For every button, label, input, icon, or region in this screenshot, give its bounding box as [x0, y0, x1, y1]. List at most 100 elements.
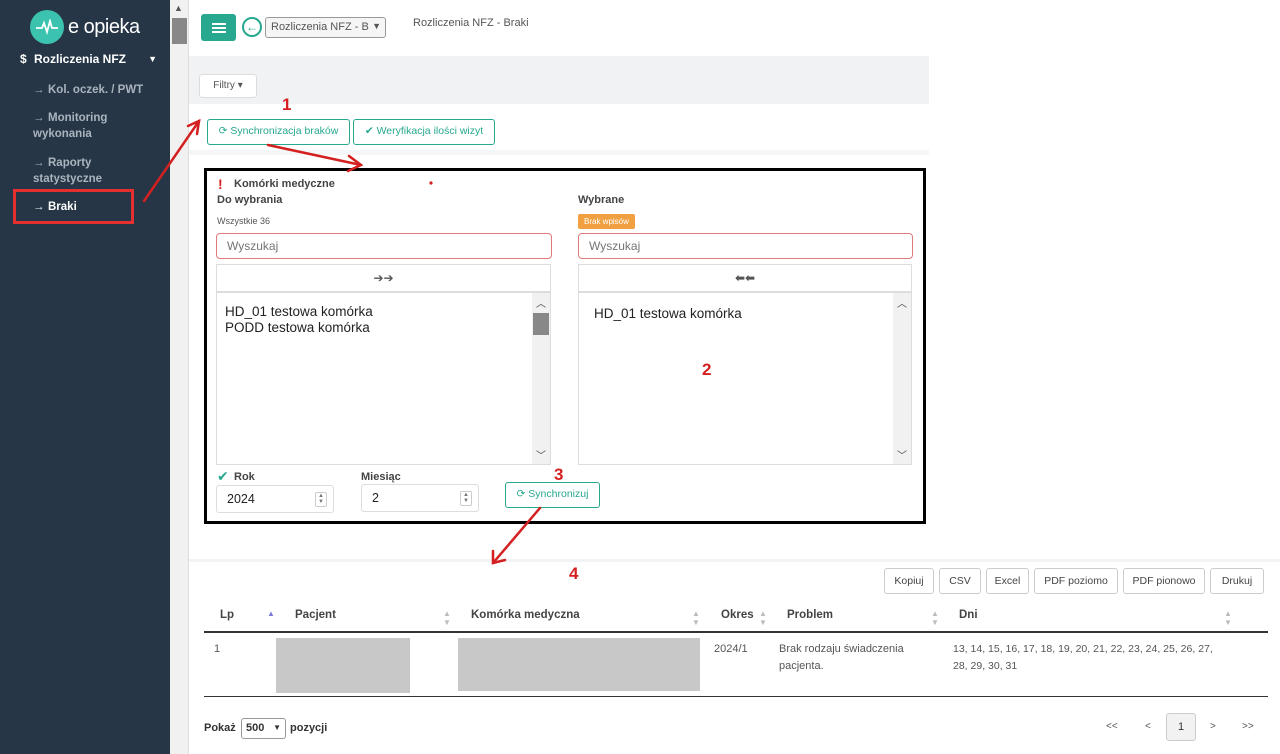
arrow-right-icon: →: [33, 157, 45, 169]
sort-icon[interactable]: ▲ ▼: [443, 609, 451, 627]
export-csv-button[interactable]: CSV: [939, 568, 981, 594]
page-title: Rozliczenia NFZ - Braki: [413, 17, 529, 29]
double-arrow-left-icon: ⬅⬅: [734, 271, 756, 285]
export-copy-button[interactable]: Kopiuj: [884, 568, 934, 594]
column-header-komorka[interactable]: Komórka medyczna: [471, 609, 580, 621]
verify-visits-button-label: Weryfikacja ilości wizyt: [376, 125, 484, 137]
annotation-number-3: 3: [554, 465, 564, 484]
year-label: Rok: [234, 471, 255, 483]
page-scrollbar[interactable]: ▲: [170, 0, 189, 754]
sort-icon[interactable]: ▲ ▼: [759, 609, 767, 627]
export-pdf-landscape-button[interactable]: PDF poziomo: [1034, 568, 1118, 594]
year-input[interactable]: 2024 ▲ ▼: [216, 485, 334, 513]
scroll-thumb[interactable]: [172, 18, 187, 44]
annotation-arrowhead: [186, 118, 201, 136]
pagination-first[interactable]: <<: [1106, 721, 1118, 732]
annotation-highlight-box: [13, 189, 134, 224]
annotation-number-4: 4: [569, 564, 579, 583]
chevron-down-icon[interactable]: ﹀: [897, 447, 907, 462]
sort-icon[interactable]: ▲ ▼: [931, 609, 939, 627]
column-header-lp[interactable]: Lp: [220, 609, 234, 621]
dollar-icon: $: [20, 52, 27, 66]
check-icon: ✔: [217, 468, 229, 484]
sort-icon[interactable]: ▲ ▼: [1224, 609, 1232, 627]
spinner-arrows-icon[interactable]: ▲ ▼: [315, 492, 327, 507]
sort-icon[interactable]: ▲ ▼: [692, 609, 700, 627]
column-header-okres[interactable]: Okres: [721, 609, 754, 621]
sync-missing-button-label: Synchronizacja braków: [230, 125, 339, 137]
pagination-last[interactable]: >>: [1242, 721, 1254, 732]
month-label: Miesiąc: [361, 471, 401, 483]
column-header-pacjent[interactable]: Pacjent: [295, 609, 336, 621]
page-size-value: 500: [246, 722, 265, 734]
annotation-arrow-2: [266, 143, 363, 167]
list-item[interactable]: HD_01 testowa komórka: [217, 304, 550, 320]
sidebar-item-raporty[interactable]: → Raporty statystyczne: [33, 155, 133, 187]
export-print-button[interactable]: Drukuj: [1210, 568, 1264, 594]
list-item[interactable]: HD_01 testowa komórka: [586, 306, 911, 322]
arrow-right-icon: →: [33, 112, 45, 124]
available-search-input[interactable]: [216, 233, 552, 259]
available-list-title: Do wybrania: [217, 194, 283, 206]
list-scrollbar[interactable]: ︿ ﹀: [532, 293, 550, 464]
available-list[interactable]: HD_01 testowa komórka PODD testowa komór…: [216, 292, 551, 465]
selected-search-input[interactable]: [578, 233, 913, 259]
redacted-patient-cell: [276, 638, 410, 693]
chevron-down-icon[interactable]: ﹀: [536, 447, 546, 462]
filters-button-label: Filtry: [213, 80, 235, 91]
year-value: 2024: [227, 492, 255, 506]
move-all-right-button[interactable]: ➔➔: [216, 264, 551, 292]
sidebar-section-rozliczenia[interactable]: $ Rozliczenia NFZ ▼: [20, 52, 165, 66]
selected-list[interactable]: HD_01 testowa komórka ︿ ﹀: [578, 292, 912, 465]
export-excel-button[interactable]: Excel: [986, 568, 1029, 594]
table-bottom-divider: [204, 696, 1268, 697]
cell-dni: 13, 14, 15, 16, 17, 18, 19, 20, 21, 22, …: [953, 643, 1213, 672]
annotation-number-2: 2: [702, 360, 712, 379]
page-size-select[interactable]: 500 ▼: [241, 718, 286, 739]
scroll-up-icon[interactable]: ▲: [174, 3, 183, 13]
chevron-down-icon: ▼: [148, 54, 157, 64]
column-header-dni[interactable]: Dni: [959, 609, 978, 621]
chevron-down-icon: ▼: [273, 723, 281, 732]
pagination-current[interactable]: 1: [1166, 713, 1196, 741]
export-pdf-portrait-button[interactable]: PDF pionowo: [1123, 568, 1205, 594]
list-item[interactable]: PODD testowa komórka: [217, 320, 550, 336]
pagination-prev[interactable]: <: [1145, 721, 1151, 732]
sync-missing-button[interactable]: ⟳ Synchronizacja braków: [207, 119, 350, 145]
sidebar-section-label: Rozliczenia NFZ: [34, 52, 127, 66]
app-root: e opieka $ Rozliczenia NFZ ▼ → Kol. oczek…: [0, 0, 1280, 754]
logo-heartbeat-icon: [30, 10, 64, 44]
refresh-icon: ⟳: [218, 125, 228, 137]
logo[interactable]: e opieka: [30, 10, 140, 44]
chevron-up-icon[interactable]: ︿: [536, 295, 546, 310]
menu-toggle-button[interactable]: [201, 14, 236, 41]
breadcrumb-select-value: Rozliczenia NFZ - B: [271, 21, 369, 33]
sidebar-item-kol-oczek[interactable]: → Kol. oczek. / PWT: [33, 82, 158, 98]
list-scrollbar[interactable]: ︿ ﹀: [893, 293, 911, 464]
available-count: Wszystkie 36: [217, 216, 271, 226]
separator: [189, 150, 929, 155]
double-arrow-right-icon: ➔➔: [373, 271, 394, 285]
spinner-arrows-icon[interactable]: ▲ ▼: [460, 491, 472, 506]
chevron-up-icon[interactable]: ︿: [897, 295, 907, 310]
sidebar-item-monitoring[interactable]: → Monitoring wykonania: [33, 110, 148, 142]
synchronize-button-label: Synchronizuj: [528, 488, 589, 500]
status-badge: Brak wpisów: [578, 214, 635, 229]
month-input[interactable]: 2 ▲ ▼: [361, 484, 479, 512]
breadcrumb-select[interactable]: Rozliczenia NFZ - B ▼: [265, 17, 386, 38]
cell-okres: 2024/1: [714, 643, 748, 655]
check-circle-icon: ✔: [364, 125, 374, 137]
verify-visits-button[interactable]: ✔ Weryfikacja ilości wizyt: [353, 119, 495, 145]
back-arrow-icon[interactable]: ←: [242, 17, 262, 37]
refresh-icon: ⟳: [516, 488, 526, 500]
pagination-next[interactable]: >: [1210, 721, 1216, 732]
arrow-right-icon: →: [33, 84, 45, 96]
list-scroll-thumb[interactable]: [533, 313, 549, 335]
redacted-medical-unit-cell: [458, 638, 700, 691]
synchronize-button[interactable]: ⟳ Synchronizuj: [505, 482, 600, 508]
column-header-problem[interactable]: Problem: [787, 609, 833, 621]
sort-asc-icon[interactable]: ▲: [267, 609, 275, 618]
sidebar: e opieka $ Rozliczenia NFZ ▼ → Kol. oczek…: [0, 0, 170, 754]
filters-button[interactable]: Filtry ▾: [199, 74, 257, 98]
move-all-left-button[interactable]: ⬅⬅: [578, 264, 912, 292]
